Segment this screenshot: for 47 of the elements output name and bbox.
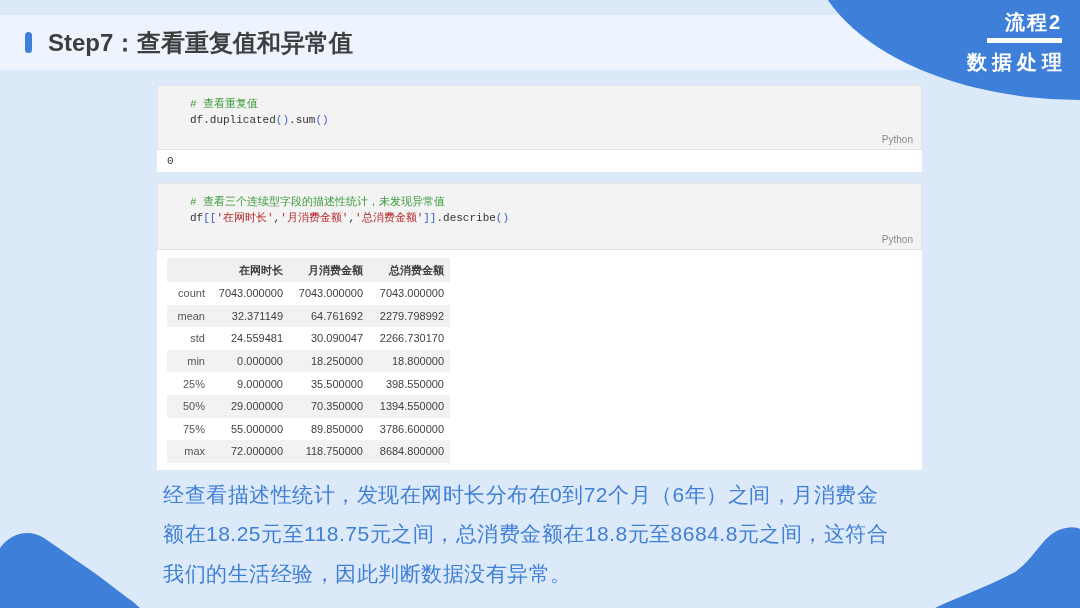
table-cell: 55.000000 bbox=[209, 417, 289, 441]
row-label: max bbox=[167, 440, 209, 463]
table-cell: 35.500000 bbox=[289, 372, 369, 395]
table-cell: 32.371149 bbox=[209, 304, 289, 328]
table-cell: 2279.798992 bbox=[369, 304, 450, 328]
column-header: 总消费金额 bbox=[369, 258, 450, 282]
table-cell: 8684.800000 bbox=[369, 440, 450, 463]
table-cell: 7043.000000 bbox=[369, 282, 450, 305]
accent-bar-icon bbox=[25, 32, 32, 53]
table-cell: 2266.730170 bbox=[369, 327, 450, 350]
code-line: # 查看重复值 bbox=[190, 97, 259, 112]
row-label: 75% bbox=[167, 417, 209, 441]
row-label: 50% bbox=[167, 394, 209, 418]
table-cell: 9.000000 bbox=[209, 372, 289, 395]
table-cell: 3786.600000 bbox=[369, 417, 450, 441]
table-cell: 29.000000 bbox=[209, 394, 289, 418]
row-label: mean bbox=[167, 304, 209, 328]
table-cell: 24.559481 bbox=[209, 327, 289, 350]
table-cell: 118.750000 bbox=[289, 440, 369, 463]
column-header: 在网时长 bbox=[209, 258, 289, 282]
language-label: Python bbox=[881, 233, 913, 247]
output-text: 0 bbox=[167, 155, 174, 167]
section-label: 流程2 bbox=[1004, 10, 1062, 34]
column-header: 月消费金额 bbox=[289, 258, 369, 282]
slide-title: Step7：查看重复值和异常值 bbox=[48, 27, 354, 58]
table-cell: 30.090047 bbox=[289, 327, 369, 350]
row-label: std bbox=[167, 327, 209, 350]
table-cell: 64.761692 bbox=[289, 304, 369, 328]
code-line: df[['在网时长','月消费金额','总消费金额']].describe() bbox=[190, 211, 510, 226]
table-cell: 398.550000 bbox=[369, 372, 450, 395]
language-label: Python bbox=[881, 133, 913, 147]
summary-text: 经查看描述性统计，发现在网时长分布在0到72个月（6年）之间，月消费金额在18.25元至118.75元之间，总消费金额在18.8元至8684.8元之间，这符合我们的生活经验，因此判断数据没有异常。 bbox=[163, 481, 890, 587]
row-label: 25% bbox=[167, 372, 209, 395]
table-cell: 89.850000 bbox=[289, 417, 369, 441]
row-label: count bbox=[167, 282, 209, 305]
section-title: 数据处理 bbox=[967, 50, 1067, 74]
table-cell: 1394.550000 bbox=[369, 394, 450, 418]
row-label: min bbox=[167, 349, 209, 373]
table-cell: 18.800000 bbox=[369, 349, 450, 373]
code-line: df.duplicated().sum() bbox=[190, 113, 329, 128]
table-cell: 0.000000 bbox=[209, 349, 289, 373]
table-cell: 70.350000 bbox=[289, 394, 369, 418]
table-cell: 18.250000 bbox=[289, 349, 369, 373]
table-cell: 7043.000000 bbox=[209, 282, 289, 305]
code-line: # 查看三个连续型字段的描述性统计，未发现异常值 bbox=[190, 195, 446, 210]
table-cell: 72.000000 bbox=[209, 440, 289, 463]
table-cell: 7043.000000 bbox=[289, 282, 369, 305]
